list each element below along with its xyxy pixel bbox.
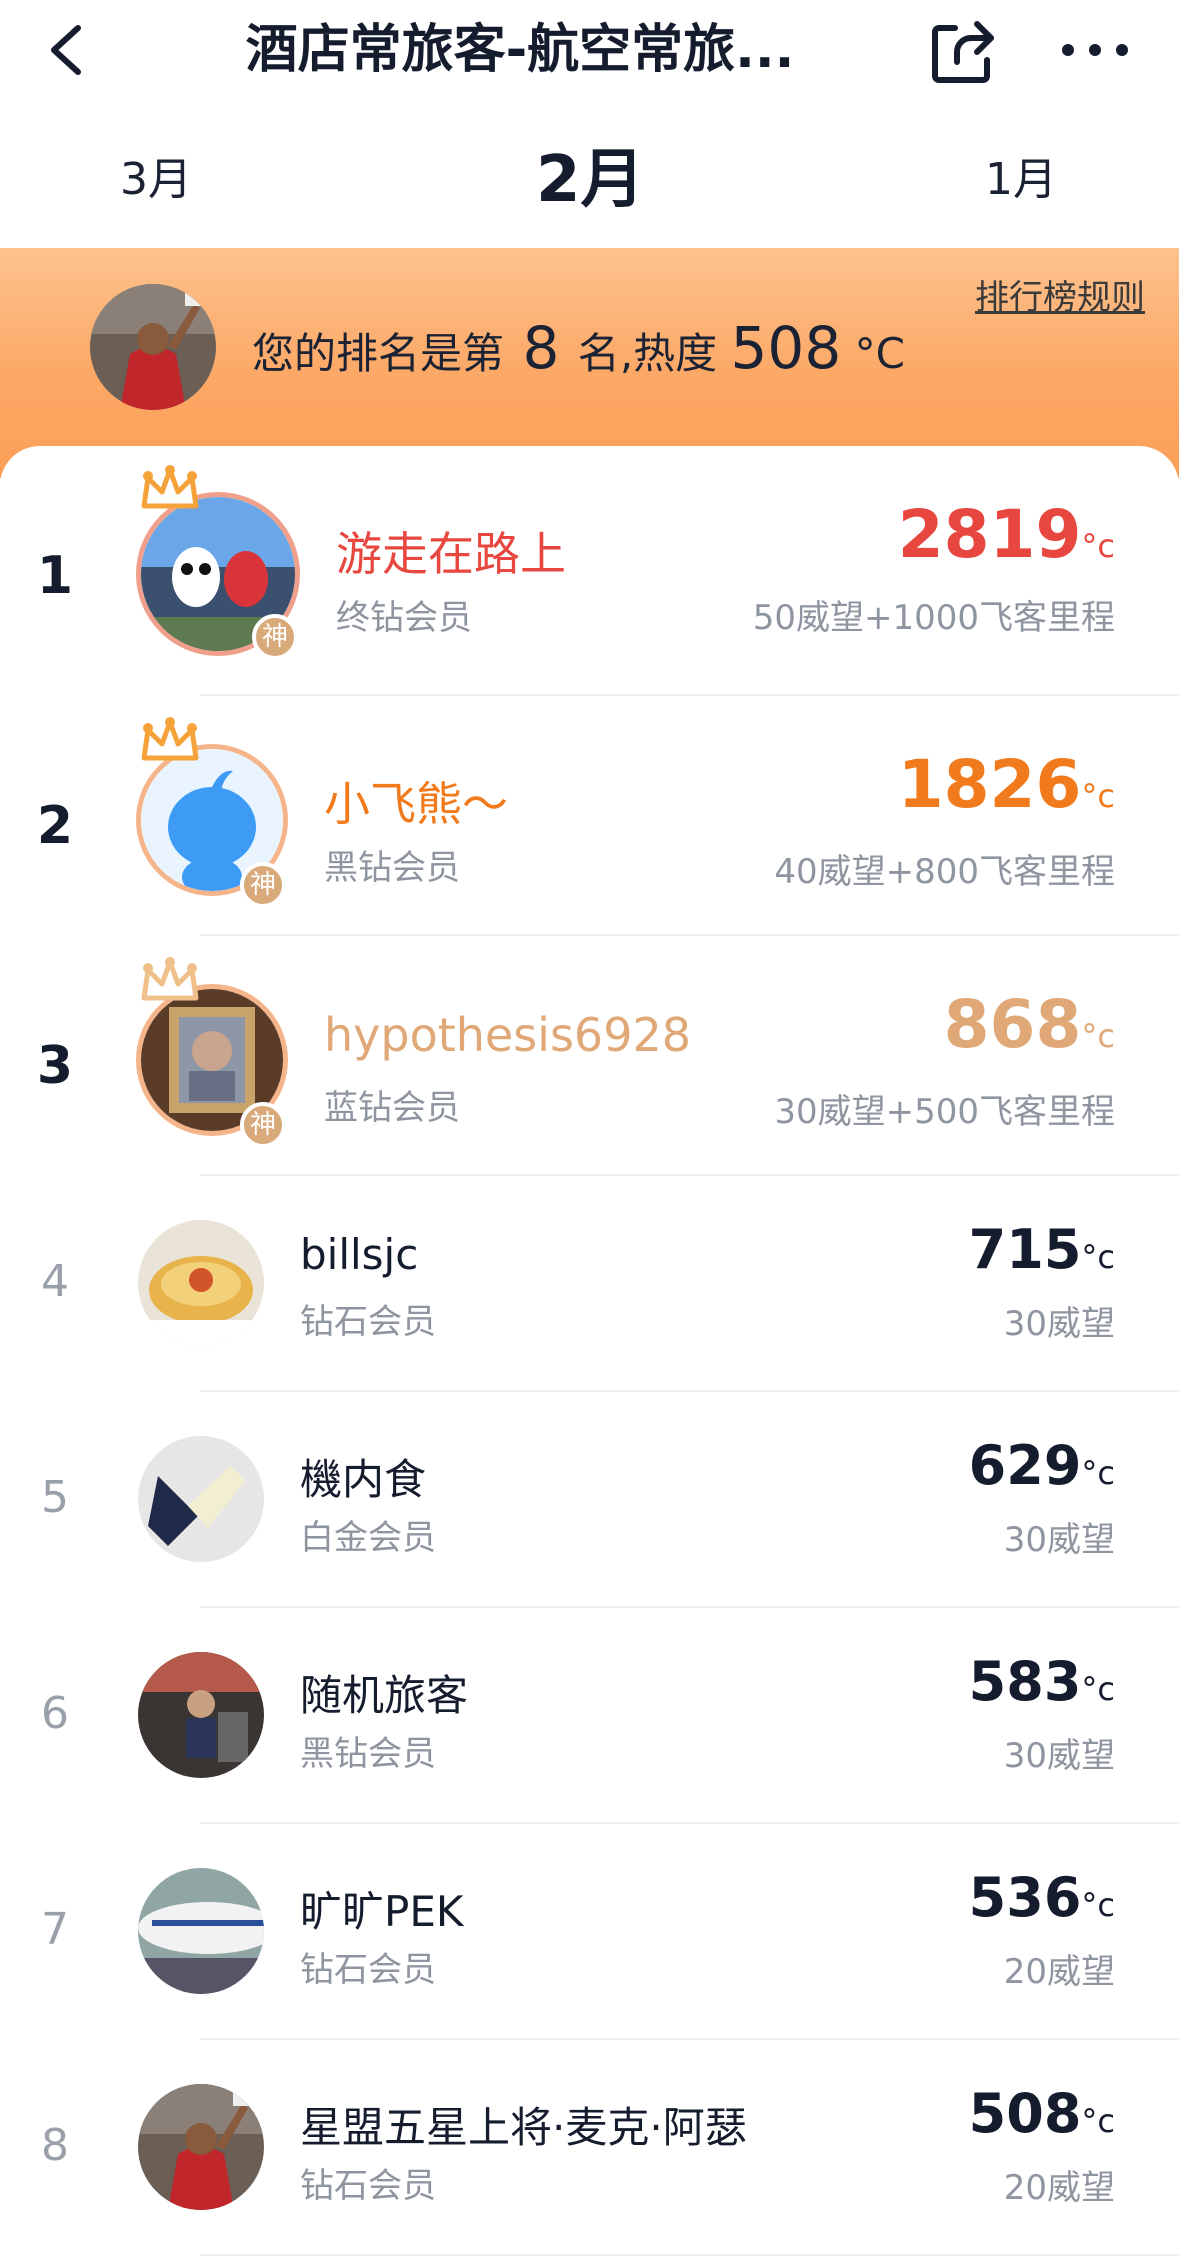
reward-text: 40威望+800飞客里程 [774,852,1115,892]
user-name[interactable]: 星盟五星上将·麦克·阿瑟 [300,2094,747,2155]
list-item[interactable]: 6 随机旅客 黑钻会员 583°c 30威望 [0,1608,1179,1824]
heat-value: 583°c [968,1650,1115,1713]
avatar[interactable] [138,1220,264,1346]
rank-number: 3 [36,1036,74,1096]
leaderboard-list: 1 神 游走在路上 终钻会员 2819°c 50威望+1000飞客里程 2 神 … [0,446,1179,2260]
list-item[interactable]: 5 機内食 白金会员 629°c 30威望 [0,1392,1179,1608]
heat-value: 508°c [968,2082,1115,2145]
heat-value: 715°c [968,1218,1115,1281]
rank-number: 8 [504,314,578,382]
list-item[interactable]: 4 billsjc 钻石会员 715°c 30威望 [0,1176,1179,1392]
my-heat-value: 508 [730,314,842,382]
heat-value: 868°c [943,986,1115,1063]
member-level: 白金会员 [300,1518,436,1558]
chevron-left-icon[interactable] [40,18,100,82]
more-icon[interactable] [1050,18,1140,82]
user-name[interactable]: billsjc [300,1230,418,1279]
divider [200,2254,1179,2256]
rank-suffix: 名 [577,329,620,378]
avatar[interactable] [138,2084,264,2210]
rank-prefix: 您的排名是第 [252,329,505,378]
my-heat-unit: °C [854,329,905,378]
list-item[interactable]: 3 神 hypothesis6928 蓝钻会员 868°c 30威望+500飞客… [0,936,1179,1176]
reward-text: 30威望 [1003,1304,1115,1344]
list-item[interactable]: 8 星盟五星上将·麦克·阿瑟 钻石会员 508°c 20威望 [0,2040,1179,2256]
user-name[interactable]: 随机旅客 [300,1662,468,1723]
heat-value: 1826°c [897,746,1115,823]
list-item[interactable]: 1 神 游走在路上 终钻会员 2819°c 50威望+1000飞客里程 [0,446,1179,696]
reward-text: 30威望+500飞客里程 [774,1092,1115,1132]
user-name[interactable]: 旷旷PEK [300,1878,463,1939]
list-item[interactable]: 2 神 小飞熊～ 黑钻会员 1826°c 40威望+800飞客里程 [0,696,1179,936]
avatar[interactable] [138,1436,264,1562]
avatar[interactable] [138,1868,264,1994]
top-nav-bar: 酒店常旅客-航空常旅... [0,0,1179,100]
tab-month-next[interactable]: 1月 [985,120,1057,240]
tab-month-current[interactable]: 2月 [536,120,645,240]
rank-number: 6 [41,1688,69,1739]
rank-number: 5 [41,1472,69,1523]
reward-text: 20威望 [1003,2168,1115,2208]
heat-label: ,热度 [619,329,718,378]
user-name[interactable]: 機内食 [300,1446,426,1507]
ranking-rules-link[interactable]: 排行榜规则 [975,270,1145,319]
my-rank-banner: 您的排名是第 8 名,热度 508 °C 排行榜规则 [0,248,1179,478]
rank-number: 4 [41,1256,69,1307]
member-level: 蓝钻会员 [324,1088,460,1128]
page-title: 酒店常旅客-航空常旅... [245,20,795,80]
member-level: 黑钻会员 [300,1734,436,1774]
member-level: 钻石会员 [300,1302,436,1342]
reward-text: 20威望 [1003,1952,1115,1992]
heat-value: 536°c [968,1866,1115,1929]
god-badge: 神 [240,1102,286,1148]
avatar[interactable] [138,1652,264,1778]
my-avatar[interactable] [90,284,216,410]
god-badge: 神 [252,614,298,660]
rank-number: 7 [41,1904,69,1955]
user-name[interactable]: 游走在路上 [336,518,566,584]
crown-icon [141,717,199,761]
crown-icon [141,957,199,1001]
member-level: 终钻会员 [336,598,472,638]
user-name[interactable]: hypothesis6928 [324,1008,691,1062]
tab-month-prev[interactable]: 3月 [120,120,192,240]
share-icon[interactable] [925,14,1001,90]
reward-text: 30威望 [1003,1736,1115,1776]
my-rank-text: 您的排名是第 8 名,热度 508 °C [252,308,905,388]
member-level: 黑钻会员 [324,848,460,888]
member-level: 钻石会员 [300,2166,436,2206]
member-level: 钻石会员 [300,1950,436,1990]
rank-number: 8 [41,2120,69,2171]
god-badge: 神 [240,862,286,908]
rank-number: 2 [36,796,74,856]
user-name[interactable]: 小飞熊～ [324,768,508,834]
crown-icon [141,465,199,509]
rank-number: 1 [36,546,74,606]
list-item[interactable]: 7 旷旷PEK 钻石会员 536°c 20威望 [0,1824,1179,2040]
month-tabs: 3月 2月 1月 [0,120,1179,240]
reward-text: 30威望 [1003,1520,1115,1560]
heat-value: 629°c [968,1434,1115,1497]
reward-text: 50威望+1000飞客里程 [752,598,1115,638]
heat-value: 2819°c [897,496,1115,573]
